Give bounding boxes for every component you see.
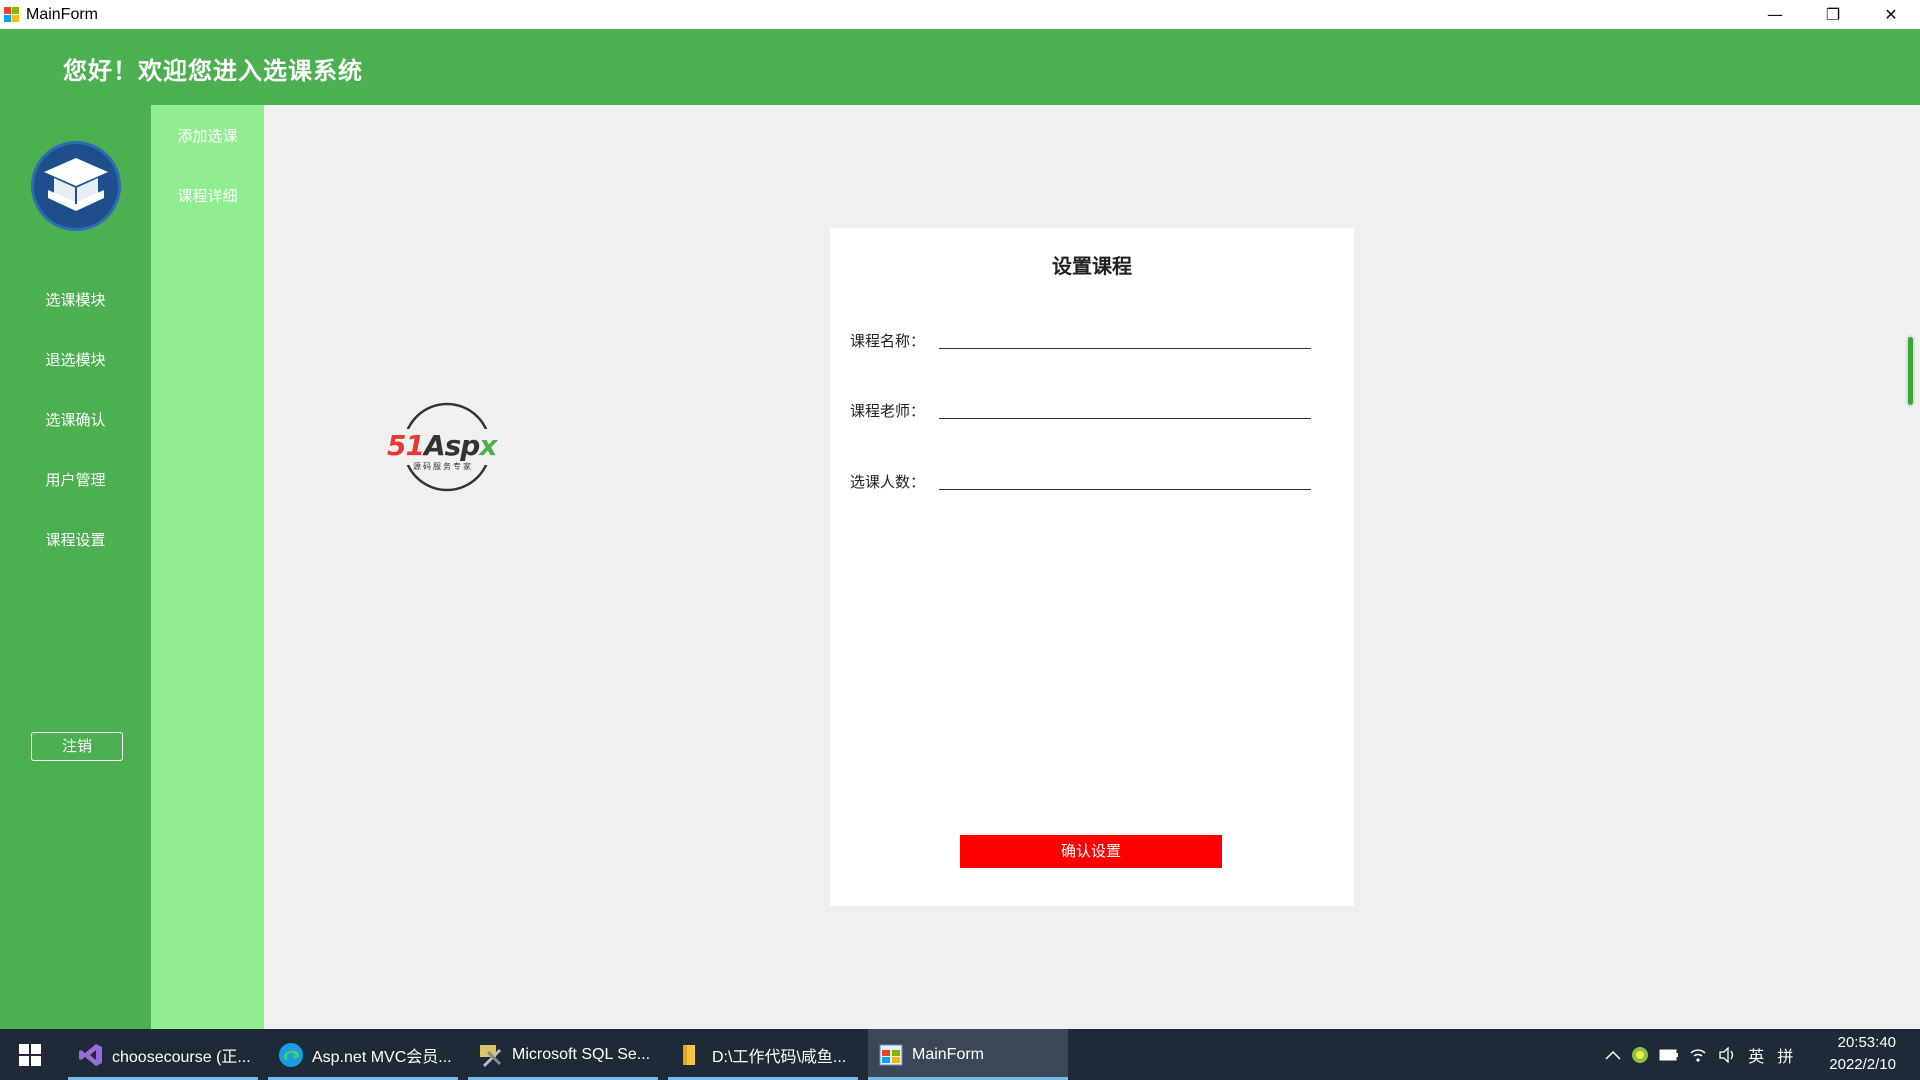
card-title: 设置课程 (1052, 254, 1132, 278)
edge-icon (279, 1042, 303, 1067)
app-header: 您好！欢迎您进入选课系统 (0, 29, 1920, 105)
watermark-brand-green: x (479, 429, 497, 462)
clock-date: 2022/2/10 (1829, 1056, 1896, 1073)
taskbar-item-file-explorer[interactable]: D:\工作代码\咸鱼... (668, 1029, 858, 1080)
welcome-text: 您好！欢迎您进入选课系统 (63, 57, 363, 85)
app-icon (4, 6, 20, 23)
subnav-item-course-detail[interactable]: 课程详细 (151, 185, 264, 206)
confirm-settings-button[interactable]: 确认设置 (960, 835, 1222, 868)
title-bar: MainForm — ❐ ✕ (0, 0, 1920, 29)
ime-language-indicator[interactable]: 英 (1742, 1043, 1771, 1067)
taskbar: choosecourse (正... Asp.net MVC会员... Micr… (0, 1029, 1920, 1080)
nav-item-course-settings[interactable]: 课程设置 (0, 529, 151, 550)
course-teacher-label: 课程老师： (850, 402, 926, 420)
windows-logo-icon (19, 1043, 41, 1066)
taskbar-item-sql-server[interactable]: Microsoft SQL Se... (468, 1029, 658, 1080)
watermark-logo: 51Aspx 源码服务专家 (383, 399, 513, 495)
watermark-brand-dark: Asp (423, 429, 480, 462)
enrollment-count-label: 选课人数： (850, 473, 926, 491)
nav-item-user-management[interactable]: 用户管理 (0, 469, 151, 490)
left-nav: 选课模块 退选模块 选课确认 用户管理 课程设置 注销 (0, 105, 151, 1029)
security-tray-icon[interactable] (1625, 1045, 1654, 1065)
minimize-button[interactable]: — (1746, 0, 1804, 29)
task-label: Microsoft SQL Se... (512, 1045, 651, 1063)
battery-icon[interactable] (1654, 1049, 1683, 1061)
task-label: D:\工作代码\咸鱼... (712, 1048, 847, 1066)
task-label: MainForm (912, 1045, 985, 1063)
course-settings-card: 设置课程 课程名称： 课程老师： 选课人数： 确认设置 (830, 228, 1354, 906)
course-name-input[interactable] (939, 323, 1311, 349)
taskbar-item-visual-studio[interactable]: choosecourse (正... (68, 1029, 258, 1080)
sql-server-icon (480, 1044, 502, 1067)
course-teacher-input[interactable] (939, 393, 1311, 419)
taskbar-item-edge[interactable]: Asp.net MVC会员... (268, 1029, 458, 1080)
chevron-up-icon[interactable] (1600, 1046, 1625, 1064)
visual-studio-icon (79, 1043, 102, 1066)
wifi-icon[interactable] (1684, 1047, 1713, 1063)
restore-button[interactable]: ❐ (1804, 0, 1862, 29)
start-button[interactable] (0, 1029, 60, 1080)
subnav-item-add-course[interactable]: 添加选课 (151, 125, 264, 146)
logout-button[interactable]: 注销 (31, 732, 123, 761)
window-title: MainForm (26, 5, 99, 23)
enrollment-count-input[interactable] (939, 464, 1311, 490)
task-label: choosecourse (正... (112, 1048, 251, 1066)
ime-mode-indicator[interactable]: 拼 (1771, 1043, 1800, 1067)
system-clock[interactable]: 20:53:40 2022/2/10 (1806, 1032, 1896, 1076)
close-button[interactable]: ✕ (1862, 0, 1920, 29)
app-icon (879, 1044, 903, 1065)
sub-nav: 添加选课 课程详细 (151, 105, 264, 1029)
course-name-label: 课程名称： (850, 332, 926, 350)
watermark-tagline: 源码服务专家 (413, 462, 473, 471)
folder-icon (683, 1044, 695, 1065)
task-label: Asp.net MVC会员... (312, 1048, 452, 1066)
taskbar-item-mainform[interactable]: MainForm (868, 1029, 1068, 1080)
scroll-indicator[interactable] (1906, 335, 1915, 407)
graduation-cap-logo-icon (31, 141, 121, 231)
volume-icon[interactable] (1713, 1046, 1742, 1063)
nav-item-course-confirm[interactable]: 选课确认 (0, 409, 151, 430)
clock-time: 20:53:40 (1837, 1034, 1896, 1051)
nav-item-course-select[interactable]: 选课模块 (0, 289, 151, 310)
nav-item-course-drop[interactable]: 退选模块 (0, 349, 151, 370)
watermark-brand-red: 51 (387, 429, 425, 462)
